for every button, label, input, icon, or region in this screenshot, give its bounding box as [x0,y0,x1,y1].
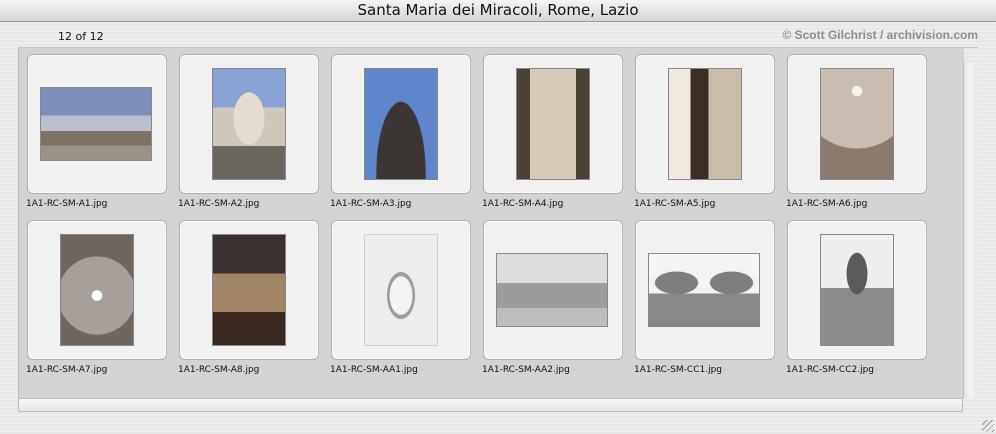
thumbnail-image[interactable] [212,234,286,346]
thumbnail-image[interactable] [820,234,894,346]
window-title-bar[interactable]: Santa Maria dei Miracoli, Rome, Lazio [0,0,996,22]
thumbnail-filename: 1A1-RC-SM-A8.jpg [178,365,260,375]
thumbnail-filename: 1A1-RC-SM-A7.jpg [26,365,108,375]
thumbnail-filename: 1A1-RC-SM-AA1.jpg [330,365,418,375]
image-count: 12 of 12 [58,30,104,43]
thumbnail-filename: 1A1-RC-SM-A6.jpg [786,199,868,209]
thumbnail-frame[interactable] [635,220,775,360]
thumbnail-image[interactable] [364,68,438,180]
copyright-credit: © Scott Gilchrist / archivision.com [782,28,978,42]
thumbnail-frame[interactable] [179,220,319,360]
thumbnail-frame[interactable] [787,220,927,360]
thumbnail-image[interactable] [820,68,894,180]
thumbnail-filename: 1A1-RC-SM-CC2.jpg [786,365,875,375]
thumbnail-frame[interactable] [635,54,775,194]
thumbnail-filename: 1A1-RC-SM-CC1.jpg [634,365,723,375]
thumbnail-item[interactable]: 1A1-RC-SM-A7.jpg [26,220,178,375]
thumbnail-image[interactable] [668,68,742,180]
thumbnail-filename: 1A1-RC-SM-A3.jpg [330,199,412,209]
thumbnail-filename: 1A1-RC-SM-A1.jpg [26,199,108,209]
thumbnail-frame[interactable] [179,54,319,194]
thumbnail-item[interactable]: 1A1-RC-SM-A4.jpg [482,54,634,209]
resize-grip-icon[interactable] [982,420,994,432]
thumbnail-image[interactable] [40,87,152,161]
thumbnail-browser: 1A1-RC-SM-A1.jpg 1A1-RC-SM-A2.jpg 1A1-RC… [18,48,964,398]
thumbnail-item[interactable]: 1A1-RC-SM-AA1.jpg [330,220,482,375]
thumbnail-image[interactable] [364,234,438,346]
thumbnail-image[interactable] [496,253,608,327]
thumbnail-frame[interactable] [787,54,927,194]
thumbnail-item[interactable]: 1A1-RC-SM-A1.jpg [26,54,178,209]
thumbnail-item[interactable]: 1A1-RC-SM-A2.jpg [178,54,330,209]
thumbnail-image[interactable] [516,68,590,180]
thumbnail-item[interactable]: 1A1-RC-SM-A8.jpg [178,220,330,375]
vertical-scrollbar[interactable] [963,62,979,398]
thumbnail-image[interactable] [212,68,286,180]
thumbnail-frame[interactable] [483,220,623,360]
thumbnail-frame[interactable] [331,220,471,360]
window-content: 12 of 12 © Scott Gilchrist / archivision… [0,22,996,434]
thumbnail-item[interactable]: 1A1-RC-SM-CC2.jpg [786,220,938,375]
thumbnail-item[interactable]: 1A1-RC-SM-CC1.jpg [634,220,786,375]
window-title: Santa Maria dei Miracoli, Rome, Lazio [357,1,639,19]
thumbnail-filename: 1A1-RC-SM-A4.jpg [482,199,564,209]
thumbnail-item[interactable]: 1A1-RC-SM-A5.jpg [634,54,786,209]
thumbnail-frame[interactable] [27,220,167,360]
thumbnail-filename: 1A1-RC-SM-AA2.jpg [482,365,570,375]
thumbnail-image[interactable] [648,253,760,327]
thumbnail-frame[interactable] [331,54,471,194]
thumbnail-frame[interactable] [483,54,623,194]
thumbnail-item[interactable]: 1A1-RC-SM-A6.jpg [786,54,938,209]
thumbnail-frame[interactable] [27,54,167,194]
thumbnail-filename: 1A1-RC-SM-A5.jpg [634,199,716,209]
thumbnail-item[interactable]: 1A1-RC-SM-A3.jpg [330,54,482,209]
thumbnail-image[interactable] [60,234,134,346]
thumbnail-filename: 1A1-RC-SM-A2.jpg [178,199,260,209]
thumbnail-item[interactable]: 1A1-RC-SM-AA2.jpg [482,220,634,375]
horizontal-scrollbar[interactable] [18,398,963,412]
